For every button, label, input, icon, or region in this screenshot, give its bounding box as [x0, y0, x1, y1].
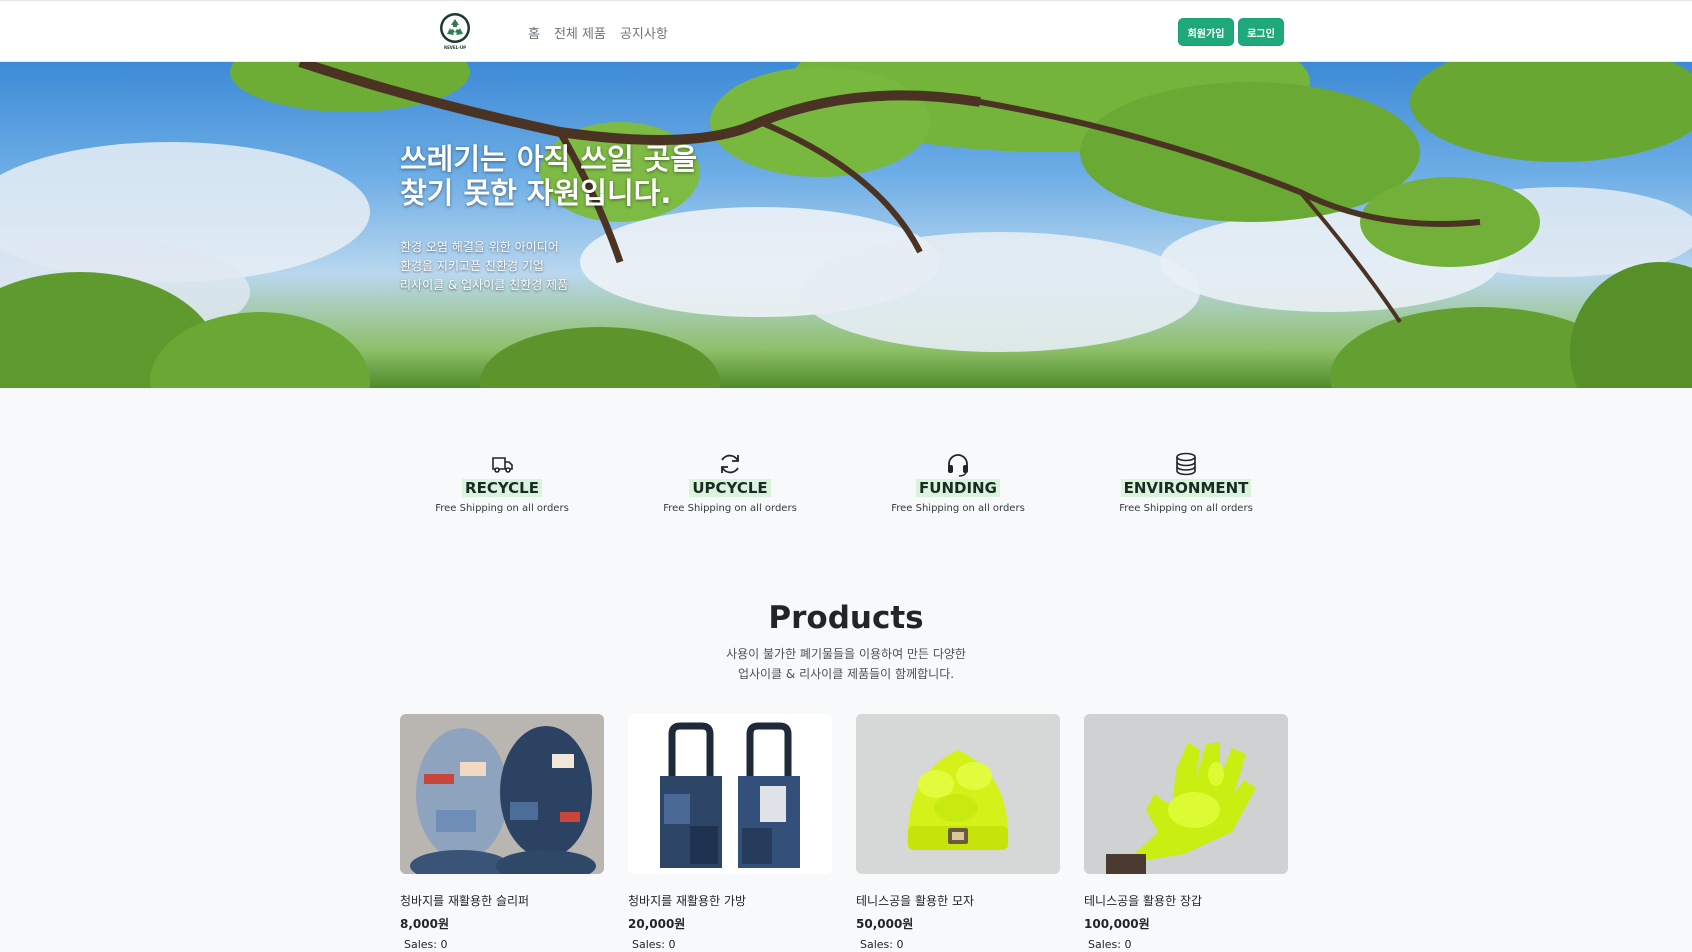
login-button[interactable]: 로그인: [1238, 18, 1284, 46]
hero-banner: 쓰레기는 아직 쓰일 곳을 찾기 못한 자원입니다. 환경 오염 해결을 위한 …: [0, 62, 1692, 388]
product-name[interactable]: 청바지를 재활용한 슬리퍼: [400, 892, 604, 909]
product-name[interactable]: 테니스공을 활용한 모자: [856, 892, 1060, 909]
feature-recycle: RECYCLE Free Shipping on all orders: [402, 450, 602, 514]
feature-description: Free Shipping on all orders: [663, 503, 797, 514]
product-price: 100,000원: [1084, 917, 1150, 931]
product-card[interactable]: 청바지를 재활용한 가방 20,000원 Sales: 0: [628, 714, 832, 951]
product-image-denim-slippers[interactable]: [400, 714, 604, 874]
recycle-logo-icon: [440, 13, 470, 43]
product-image-tennis-ball-glove[interactable]: [1084, 714, 1288, 874]
products-subtitle: 사용이 불가한 폐기물들을 이용하여 만든 다양한 업사이클 & 리사이클 제품…: [726, 647, 966, 681]
refresh-icon: [721, 454, 739, 474]
tree-sky-background-image: [0, 62, 1692, 388]
product-price: 50,000원: [856, 917, 914, 931]
site-logo[interactable]: REVEL-UP: [438, 12, 472, 54]
hero-subtitle: 환경 오염 해결을 위한 아이디어 환경을 지키고픈 친환경 기업 리사이클 &…: [400, 240, 569, 292]
product-sales: Sales: 0: [860, 938, 904, 951]
database-icon: [1176, 452, 1196, 476]
feature-description: Free Shipping on all orders: [435, 503, 569, 514]
product-sales: Sales: 0: [632, 938, 676, 951]
product-name[interactable]: 청바지를 재활용한 가방: [628, 892, 832, 909]
product-name[interactable]: 테니스공을 활용한 장갑: [1084, 892, 1288, 909]
headset-icon: [948, 454, 968, 477]
feature-upcycle: UPCYCLE Free Shipping on all orders: [630, 450, 830, 514]
signup-button[interactable]: 회원가입: [1178, 18, 1234, 46]
feature-title: UPCYCLE: [689, 479, 771, 497]
logo-text: REVEL-UP: [443, 45, 467, 50]
nav-all-products-link[interactable]: 전체 제품: [554, 23, 606, 42]
product-card[interactable]: 테니스공을 활용한 장갑 100,000원 Sales: 0: [1084, 714, 1288, 951]
product-image-denim-bag[interactable]: [628, 714, 832, 874]
nav-notice-link[interactable]: 공지사항: [620, 23, 668, 42]
feature-funding: FUNDING Free Shipping on all orders: [858, 450, 1058, 514]
product-image-tennis-ball-hat[interactable]: [856, 714, 1060, 874]
feature-description: Free Shipping on all orders: [891, 503, 1025, 514]
feature-title: FUNDING: [916, 479, 1000, 497]
feature-title: ENVIRONMENT: [1120, 479, 1252, 497]
product-price: 20,000원: [628, 917, 686, 931]
feature-description: Free Shipping on all orders: [1119, 503, 1253, 514]
products-heading: Products: [768, 600, 924, 636]
feature-title: RECYCLE: [462, 479, 542, 497]
main-nav: 홈 전체 제품 공지사항: [528, 23, 668, 42]
feature-environment: ENVIRONMENT Free Shipping on all orders: [1086, 450, 1286, 514]
hero-title: 쓰레기는 아직 쓰일 곳을 찾기 못한 자원입니다.: [400, 142, 698, 210]
site-header: REVEL-UP 홈 전체 제품 공지사항 회원가입 로그인: [0, 0, 1692, 62]
product-price: 8,000원: [400, 917, 449, 931]
product-card[interactable]: 테니스공을 활용한 모자 50,000원 Sales: 0: [856, 714, 1060, 951]
nav-home-link[interactable]: 홈: [528, 23, 540, 42]
product-card[interactable]: 청바지를 재활용한 슬리퍼 8,000원 Sales: 0: [400, 714, 604, 951]
product-sales: Sales: 0: [404, 938, 448, 951]
product-sales: Sales: 0: [1088, 938, 1132, 951]
truck-icon: [492, 457, 513, 473]
